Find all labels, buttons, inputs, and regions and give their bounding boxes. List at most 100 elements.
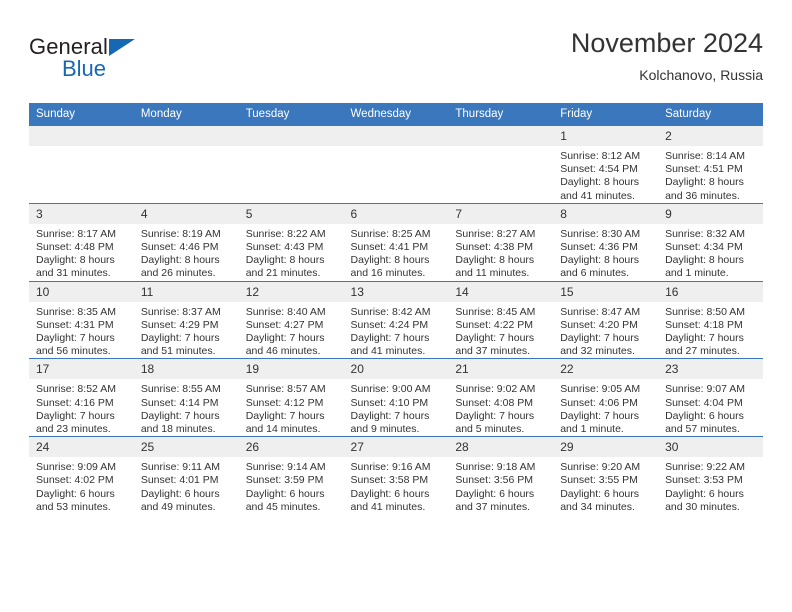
day-details: Sunrise: 9:07 AM Sunset: 4:04 PM Daylight:… xyxy=(658,379,763,436)
day-details: Sunrise: 8:27 AM Sunset: 4:38 PM Daylight:… xyxy=(448,224,553,281)
calendar-day-cell[interactable]: 8 Sunrise: 8:30 AM Sunset: 4:36 PM Daylight… xyxy=(553,202,659,282)
calendar-day-cell[interactable]: 28 Sunrise: 9:18 AM Sunset: 3:56 PM Dayligh… xyxy=(448,436,554,515)
day-number: 23 xyxy=(658,359,763,380)
sunrise-text: Sunrise: 9:18 AM xyxy=(455,461,536,474)
daylight-text-line2: and 49 minutes. xyxy=(140,500,216,513)
day-details: Sunrise: 8:50 AM Sunset: 4:18 PM Daylight:… xyxy=(658,302,763,359)
sunrise-text: Sunrise: 8:12 AM xyxy=(560,150,641,162)
calendar-day-cell[interactable]: 29 Sunrise: 9:20 AM Sunset: 3:55 PM Dayligh… xyxy=(553,436,659,515)
calendar-day-cell[interactable]: 19 Sunrise: 8:57 AM Sunset: 4:12 PM Dayligh… xyxy=(238,358,344,437)
day-details: Sunrise: 8:57 AM Sunset: 4:12 PM Daylight:… xyxy=(239,379,344,436)
calendar-day-cell[interactable]: 20 Sunrise: 9:00 AM Sunset: 4:10 PM Dayligh… xyxy=(343,358,449,437)
sunrise-text: Sunrise: 8:27 AM xyxy=(455,227,536,240)
calendar-day-cell[interactable]: 7 Sunrise: 8:27 AM Sunset: 4:38 PM Daylight… xyxy=(448,202,554,282)
calendar-week-row: 24 Sunrise: 9:09 AM Sunset: 4:02 PM Dayligh… xyxy=(29,436,763,515)
daylight-text-line1: Daylight: 7 hours xyxy=(140,409,220,422)
daylight-text-line2: and 37 minutes. xyxy=(455,500,531,513)
daylight-text-line1: Daylight: 6 hours xyxy=(245,487,325,500)
sunset-text: Sunset: 3:56 PM xyxy=(455,474,534,487)
calendar-body: 1 Sunrise: 8:12 AM Sunset: 4:54 PM Daylight… xyxy=(29,126,763,515)
sunset-text: Sunset: 4:46 PM xyxy=(140,241,219,254)
calendar-day-cell[interactable]: 3 Sunrise: 8:17 AM Sunset: 4:48 PM Daylight… xyxy=(29,202,134,282)
sunset-text: Sunset: 4:14 PM xyxy=(140,396,219,409)
sunrise-text: Sunrise: 9:16 AM xyxy=(350,461,431,474)
calendar-day-cell[interactable]: 13 Sunrise: 8:42 AM Sunset: 4:24 PM Dayligh… xyxy=(343,280,449,359)
sunset-text: Sunset: 4:20 PM xyxy=(560,318,638,331)
calendar-day-cell[interactable]: 15 Sunrise: 8:47 AM Sunset: 4:20 PM Dayligh… xyxy=(553,280,659,359)
calendar-week-row: 1 Sunrise: 8:12 AM Sunset: 4:54 PM Daylight… xyxy=(29,126,763,204)
title-block: November 2024 Kolchanovo, Russia xyxy=(571,26,763,86)
calendar-day-cell[interactable]: 1 Sunrise: 8:12 AM Sunset: 4:54 PM Daylight… xyxy=(553,126,659,204)
daylight-text-line1: Daylight: 7 hours xyxy=(140,332,220,345)
calendar-day-cell[interactable]: 10 Sunrise: 8:35 AM Sunset: 4:31 PM Dayligh… xyxy=(29,280,134,359)
sunset-text: Sunset: 4:16 PM xyxy=(36,396,114,409)
sunset-text: Sunset: 3:58 PM xyxy=(350,474,429,487)
calendar-day-cell[interactable]: 18 Sunrise: 8:55 AM Sunset: 4:14 PM Dayligh… xyxy=(133,358,239,437)
calendar-day-cell[interactable]: 4 Sunrise: 8:19 AM Sunset: 4:46 PM Daylight… xyxy=(133,202,239,282)
daylight-text-line1: Daylight: 6 hours xyxy=(140,487,220,500)
sunrise-text: Sunrise: 8:19 AM xyxy=(140,227,221,240)
calendar-day-cell[interactable]: 9 Sunrise: 8:32 AM Sunset: 4:34 PM Daylight… xyxy=(658,202,763,282)
sunset-text: Sunset: 4:41 PM xyxy=(350,241,429,254)
sunset-text: Sunset: 4:01 PM xyxy=(140,474,219,487)
day-number: 5 xyxy=(238,203,344,224)
sunrise-text: Sunrise: 8:22 AM xyxy=(245,227,326,240)
daylight-text-line1: Daylight: 7 hours xyxy=(560,332,640,345)
sunset-text: Sunset: 4:02 PM xyxy=(36,474,114,487)
day-number: 8 xyxy=(553,203,659,224)
day-number xyxy=(29,126,134,146)
day-number: 2 xyxy=(658,126,763,146)
weekday-header-monday: Monday xyxy=(133,103,239,126)
calendar-day-cell[interactable]: 6 Sunrise: 8:25 AM Sunset: 4:41 PM Daylight… xyxy=(343,202,449,282)
calendar-day-cell[interactable]: 11 Sunrise: 8:37 AM Sunset: 4:29 PM Dayligh… xyxy=(133,280,239,359)
day-number: 7 xyxy=(448,203,554,224)
day-number: 29 xyxy=(553,437,659,458)
sunset-text: Sunset: 4:18 PM xyxy=(665,318,743,331)
daylight-text-line2: and 34 minutes. xyxy=(560,500,635,513)
daylight-text-line1: Daylight: 7 hours xyxy=(455,332,535,345)
daylight-text-line2: and 45 minutes. xyxy=(245,500,321,513)
sunset-text: Sunset: 4:10 PM xyxy=(350,396,429,409)
day-number: 21 xyxy=(448,359,554,380)
brand-name-blue: Blue xyxy=(62,56,107,81)
sunrise-text: Sunrise: 8:35 AM xyxy=(36,305,116,318)
daylight-text-line1: Daylight: 7 hours xyxy=(665,332,744,345)
calendar-day-cell-empty xyxy=(238,126,344,204)
day-details: Sunrise: 8:22 AM Sunset: 4:43 PM Daylight:… xyxy=(239,224,344,281)
daylight-text-line1: Daylight: 6 hours xyxy=(665,409,744,422)
sunset-text: Sunset: 3:59 PM xyxy=(245,474,324,487)
calendar-day-cell[interactable]: 25 Sunrise: 9:11 AM Sunset: 4:01 PM Dayligh… xyxy=(133,436,239,515)
brand-logo[interactable]: General Blue xyxy=(29,34,249,90)
calendar-day-cell[interactable]: 26 Sunrise: 9:14 AM Sunset: 3:59 PM Dayligh… xyxy=(238,436,344,515)
calendar-day-cell[interactable]: 17 Sunrise: 8:52 AM Sunset: 4:16 PM Dayligh… xyxy=(29,358,134,437)
sunrise-text: Sunrise: 8:30 AM xyxy=(560,227,641,240)
day-number: 4 xyxy=(133,203,239,224)
daylight-text-line1: Daylight: 7 hours xyxy=(455,409,535,422)
daylight-text-line1: Daylight: 8 hours xyxy=(455,254,535,267)
sunset-text: Sunset: 4:43 PM xyxy=(245,241,324,254)
calendar-day-cell[interactable]: 23 Sunrise: 9:07 AM Sunset: 4:04 PM Dayligh… xyxy=(658,358,763,437)
day-number: 25 xyxy=(133,437,239,458)
day-details: Sunrise: 8:32 AM Sunset: 4:34 PM Daylight:… xyxy=(658,224,763,281)
calendar-day-cell[interactable]: 27 Sunrise: 9:16 AM Sunset: 3:58 PM Dayligh… xyxy=(343,436,449,515)
calendar-day-cell[interactable]: 14 Sunrise: 8:45 AM Sunset: 4:22 PM Dayligh… xyxy=(448,280,554,359)
sunrise-text: Sunrise: 8:57 AM xyxy=(245,383,326,396)
calendar-day-cell[interactable]: 24 Sunrise: 9:09 AM Sunset: 4:02 PM Dayligh… xyxy=(29,436,134,515)
calendar-day-cell[interactable]: 21 Sunrise: 9:02 AM Sunset: 4:08 PM Dayligh… xyxy=(448,358,554,437)
calendar-day-cell[interactable]: 22 Sunrise: 9:05 AM Sunset: 4:06 PM Dayligh… xyxy=(553,358,659,437)
calendar-day-cell[interactable]: 16 Sunrise: 8:50 AM Sunset: 4:18 PM Dayligh… xyxy=(658,280,763,359)
day-number: 20 xyxy=(343,359,449,380)
calendar-day-cell[interactable]: 12 Sunrise: 8:40 AM Sunset: 4:27 PM Dayligh… xyxy=(238,280,344,359)
sunset-text: Sunset: 4:12 PM xyxy=(245,396,324,409)
daylight-text-line1: Daylight: 8 hours xyxy=(560,176,640,189)
sunrise-text: Sunrise: 8:14 AM xyxy=(665,150,746,162)
calendar-day-cell-empty xyxy=(29,126,134,204)
daylight-text-line1: Daylight: 7 hours xyxy=(560,409,640,422)
day-details: Sunrise: 9:14 AM Sunset: 3:59 PM Daylight:… xyxy=(239,457,344,514)
daylight-text-line2: and 1 minute. xyxy=(560,423,624,436)
calendar-day-cell[interactable]: 30 Sunrise: 9:22 AM Sunset: 3:53 PM Dayligh… xyxy=(658,436,763,515)
calendar-day-cell[interactable]: 2 Sunrise: 8:14 AM Sunset: 4:51 PM Daylight… xyxy=(658,126,763,204)
day-details: Sunrise: 8:35 AM Sunset: 4:31 PM Daylight:… xyxy=(29,302,134,359)
calendar-day-cell[interactable]: 5 Sunrise: 8:22 AM Sunset: 4:43 PM Daylight… xyxy=(238,202,344,282)
day-number: 27 xyxy=(343,437,449,458)
